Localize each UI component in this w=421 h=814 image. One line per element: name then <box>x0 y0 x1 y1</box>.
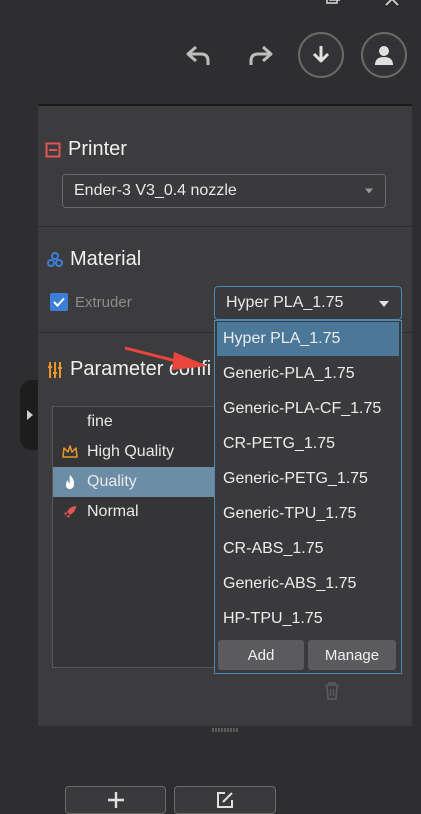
chevron-down-icon <box>379 301 389 307</box>
dropdown-option[interactable]: Generic-TPU_1.75 <box>217 497 399 531</box>
material-title: Material <box>70 248 142 270</box>
parameter-icon <box>48 361 62 378</box>
printer-select-value: Ender-3 V3_0.4 nozzle <box>74 182 237 199</box>
material-icon <box>47 251 63 267</box>
list-item-quality[interactable]: Quality <box>53 467 231 497</box>
crown-icon <box>53 445 87 459</box>
download-icon <box>312 46 330 63</box>
trash-icon <box>325 682 339 700</box>
list-item-fine[interactable]: fine <box>53 407 231 437</box>
material-select[interactable]: Hyper PLA_1.75 <box>214 286 402 320</box>
list-item-label: High Quality <box>87 443 175 460</box>
chevron-down-icon <box>365 188 373 194</box>
parameter-profile-list[interactable]: fine High Quality Quality Normal <box>52 406 232 668</box>
edit-icon <box>217 792 233 808</box>
checkbox-checked-icon <box>50 293 68 311</box>
list-item-label: fine <box>87 413 113 430</box>
edit-profile-button[interactable] <box>174 786 276 814</box>
dropdown-option[interactable]: Generic-ABS_1.75 <box>217 567 399 601</box>
dropdown-option[interactable]: HP-TPU_1.75 <box>217 602 399 636</box>
undo-icon <box>186 45 210 65</box>
undo-button[interactable] <box>181 38 217 74</box>
divider <box>38 226 412 227</box>
add-profile-button[interactable] <box>65 786 166 814</box>
printer-icon <box>45 142 61 157</box>
plus-icon <box>107 792 124 808</box>
redo-icon <box>249 45 273 65</box>
download-button[interactable] <box>298 32 344 78</box>
annotation-arrow <box>124 346 208 370</box>
dropdown-option[interactable]: CR-ABS_1.75 <box>217 532 399 566</box>
redo-button[interactable] <box>242 38 278 74</box>
dropdown-option[interactable]: CR-PETG_1.75 <box>217 427 399 461</box>
rocket-icon <box>53 504 87 520</box>
material-select-value: Hyper PLA_1.75 <box>226 294 344 311</box>
add-material-button[interactable]: Add <box>218 640 304 670</box>
user-icon <box>375 46 393 65</box>
delete-profile-button[interactable] <box>324 682 344 704</box>
material-dropdown-list[interactable]: Hyper PLA_1.75 Generic-PLA_1.75 Generic-… <box>214 320 402 674</box>
list-item-label: Normal <box>87 503 139 520</box>
restore-window-icon[interactable] <box>326 0 341 12</box>
close-window-icon[interactable] <box>384 0 400 12</box>
dropdown-option[interactable]: Generic-PLA-CF_1.75 <box>217 392 399 426</box>
extruder-checkbox[interactable]: Extruder <box>50 293 132 311</box>
list-item-normal[interactable]: Normal <box>53 497 231 527</box>
list-item-high-quality[interactable]: High Quality <box>53 437 231 467</box>
printer-select[interactable]: Ender-3 V3_0.4 nozzle <box>62 174 386 208</box>
material-section-title: Material <box>47 248 141 271</box>
flame-icon <box>53 474 87 490</box>
printer-section-title: Printer <box>45 138 127 161</box>
dropdown-option[interactable]: Generic-PLA_1.75 <box>217 357 399 391</box>
dropdown-option[interactable]: Generic-PETG_1.75 <box>217 462 399 496</box>
collapse-panel-tab[interactable] <box>20 380 40 450</box>
extruder-label: Extruder <box>75 293 132 311</box>
chevron-right-icon <box>27 410 33 420</box>
user-account-button[interactable] <box>361 32 407 78</box>
printer-title: Printer <box>68 138 127 160</box>
list-item-label: Quality <box>87 473 137 490</box>
dropdown-option[interactable]: Hyper PLA_1.75 <box>217 322 399 356</box>
resize-grip[interactable] <box>212 720 238 732</box>
manage-material-button[interactable]: Manage <box>308 640 396 670</box>
